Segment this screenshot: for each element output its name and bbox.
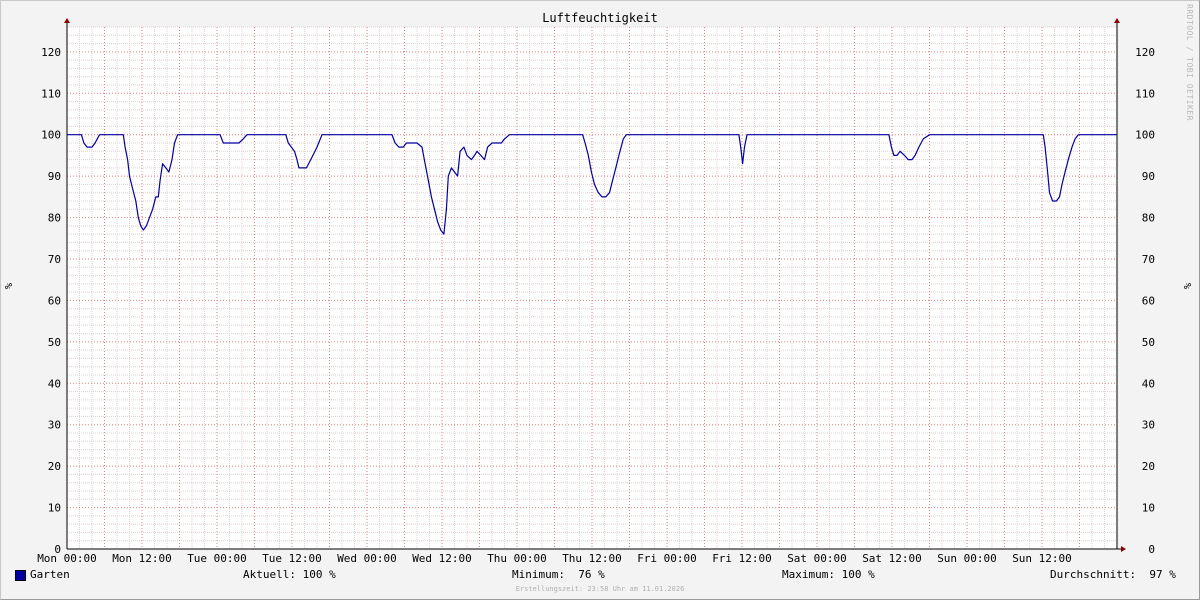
y-tick-label-right: 80 [1142,212,1155,225]
x-tick-label: Wed 12:00 [412,552,472,565]
y-tick-label-right: 0 [1148,543,1155,556]
y-tick-label-left: 80 [48,212,61,225]
y-tick-label-right: 60 [1142,294,1155,307]
y-axis-label-right: % [1183,283,1194,290]
legend-maximum: Maximum: 100 % [782,568,875,581]
legend-series-name: Garten [30,568,70,581]
legend-minimum: Minimum: 76 % [512,568,605,581]
y-tick-label-left: 60 [48,294,61,307]
y-tick-label-left: 30 [48,419,61,432]
y-tick-label-left: 100 [41,129,61,142]
x-tick-label: Tue 00:00 [187,552,247,565]
y-tick-label-right: 70 [1142,253,1155,266]
chart-area: 0 010 1020 2030 3040 4050 5060 6070 7080 8090 9010… [37,18,1155,565]
chart-title: Luftfeuchtigkeit [542,11,658,25]
y-tick-label-left: 120 [41,46,61,59]
y-tick-label-right: 50 [1142,336,1155,349]
y-tick-label-right: 10 [1142,502,1155,515]
x-tick-label: Sun 00:00 [937,552,997,565]
x-tick-label: Wed 00:00 [337,552,397,565]
x-tick-label: Sun 12:00 [1012,552,1072,565]
y-tick-label-right: 40 [1142,377,1155,390]
y-tick-label-left: 110 [41,87,61,100]
x-tick-label: Thu 00:00 [487,552,547,565]
x-axis-arrow [1121,546,1126,552]
y-tick-label-left: 20 [48,460,61,473]
y-tick-label-left: 90 [48,170,61,183]
x-tick-label: Tue 12:00 [262,552,322,565]
y-tick-label-left: 50 [48,336,61,349]
y-tick-label-left: 40 [48,377,61,390]
y-axis-label-left: % [4,283,15,290]
x-tick-label: Thu 12:00 [562,552,622,565]
y-tick-label-right: 30 [1142,419,1155,432]
legend-average: Durchschnitt: 97 % [1050,568,1176,581]
y-tick-label-right: 100 [1135,129,1155,142]
x-tick-label: Mon 00:00 [37,552,97,565]
x-tick-label: Sat 12:00 [862,552,922,565]
y-tick-label-left: 70 [48,253,61,266]
x-tick-label: Fri 12:00 [712,552,772,565]
x-tick-label: Sat 00:00 [787,552,847,565]
y-tick-label-right: 20 [1142,460,1155,473]
y-tick-label-left: 10 [48,502,61,515]
rrdtool-watermark: RRDTOOL / TOBI OETIKER [1185,4,1194,121]
y-tick-label-right: 110 [1135,87,1155,100]
legend-current: Aktuell: 100 % [243,568,336,581]
creation-time: Erstellungszeit: 23:58 Uhr am 11.01.2026 [515,585,685,593]
legend-swatch [15,570,26,581]
x-tick-label: Fri 00:00 [637,552,697,565]
y-tick-label-right: 90 [1142,170,1155,183]
y-tick-label-right: 120 [1135,46,1155,59]
x-tick-label: Mon 12:00 [112,552,172,565]
